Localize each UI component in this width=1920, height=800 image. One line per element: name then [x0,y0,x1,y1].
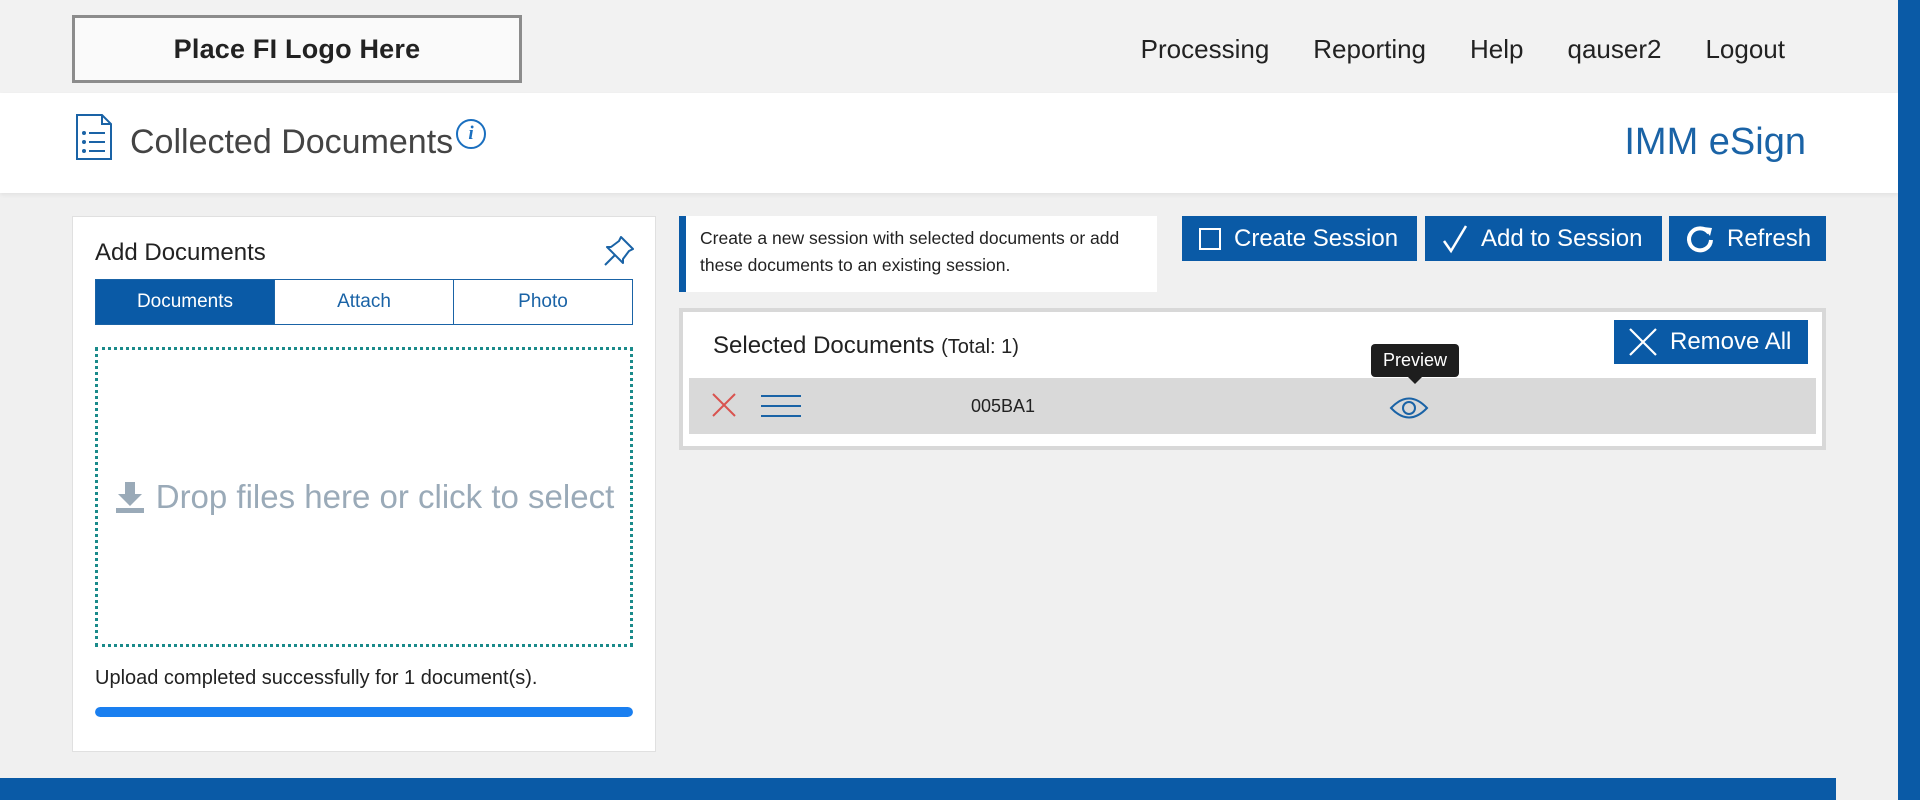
selected-total-count: (Total: 1) [941,336,1019,358]
info-icon[interactable]: i [456,119,486,149]
selected-documents-panel: Selected Documents (Total: 1) Remove All… [679,308,1826,450]
session-info-callout: Create a new session with selected docum… [679,216,1157,292]
add-documents-title: Add Documents [95,239,266,266]
tab-documents[interactable]: Documents [96,280,275,324]
upload-progress-fill [95,707,633,717]
pin-icon[interactable] [601,233,637,269]
page-title: Collected Documents [130,123,454,161]
upload-status-message: Upload completed successfully for 1 docu… [95,667,538,689]
dropzone-label: Drop files here or click to select [155,478,615,515]
footer-band [0,778,1836,800]
fi-logo-placeholder: Place FI Logo Here [72,15,522,83]
tab-photo[interactable]: Photo [454,280,632,324]
drag-handle-icon[interactable] [761,394,801,418]
product-brand: IMM eSign [1624,121,1806,163]
add-to-session-button[interactable]: Add to Session [1425,216,1662,261]
checkbox-empty-icon [1199,227,1221,250]
add-method-tabs: Documents Attach Photo [95,279,633,325]
upload-progress-bar [95,707,633,717]
checkmark-icon [1442,224,1468,253]
refresh-icon [1687,225,1713,252]
page-title-bar: Collected Documents i IMM eSign [0,93,1898,193]
add-documents-panel: Add Documents Documents Attach Photo Dro… [72,216,656,752]
scrollbar-thumb[interactable] [1898,0,1920,772]
preview-tooltip: Preview [1371,344,1460,384]
close-icon [1629,328,1657,356]
nav-user[interactable]: qauser2 [1568,34,1662,65]
table-row: 005BA1 [689,378,1816,434]
top-header: Place FI Logo Here Processing Reporting … [0,0,1898,93]
document-name: 005BA1 [971,396,1036,416]
preview-eye-icon[interactable] [1389,395,1429,421]
remove-all-button[interactable]: Remove All [1614,320,1808,364]
refresh-button[interactable]: Refresh [1669,216,1826,261]
selected-documents-title: Selected Documents (Total: 1) [713,332,1019,359]
nav-logout[interactable]: Logout [1705,34,1785,65]
document-list-icon [76,114,112,160]
nav-processing[interactable]: Processing [1141,34,1270,65]
file-dropzone[interactable]: Drop files here or click to select [95,347,633,647]
nav-help[interactable]: Help [1470,34,1523,65]
top-nav: Processing Reporting Help qauser2 Logout [1141,34,1785,65]
tab-attach[interactable]: Attach [275,280,454,324]
delete-icon[interactable] [711,392,737,418]
create-session-button[interactable]: Create Session [1182,216,1417,261]
page-scrollbar[interactable] [1898,0,1920,800]
nav-reporting[interactable]: Reporting [1313,34,1426,65]
download-icon [115,482,144,513]
